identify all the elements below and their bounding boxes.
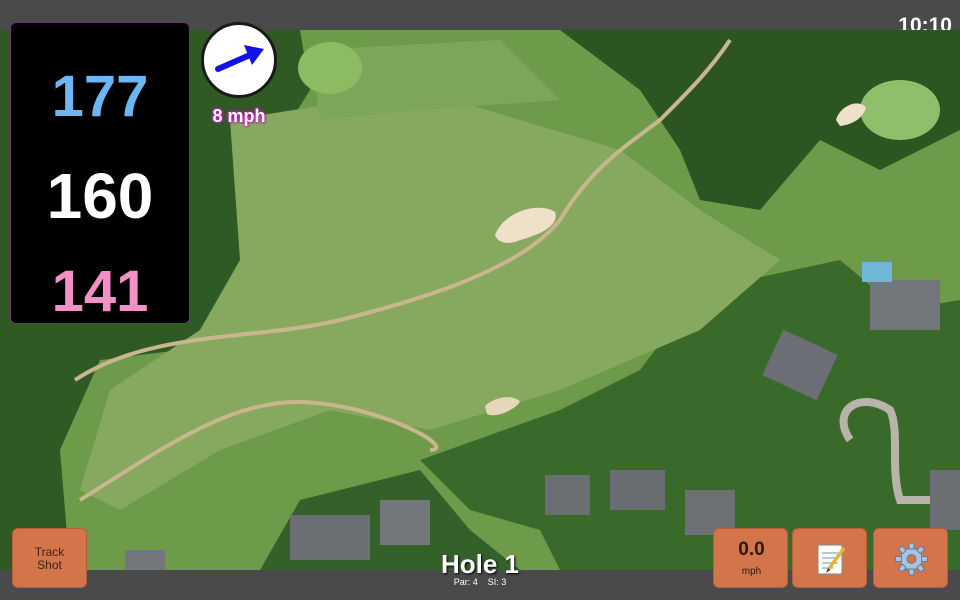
speed-button[interactable]: 0.0 mph	[713, 528, 788, 588]
notepad-icon	[817, 544, 846, 575]
hole-info: Par: 4 SI: 3	[380, 577, 580, 587]
track-shot-button[interactable]: Track Shot	[12, 528, 87, 588]
wind-direction-indicator	[201, 22, 277, 98]
arrow-right-icon	[215, 45, 264, 72]
notes-button[interactable]	[792, 528, 867, 588]
hole-title: Hole 1	[440, 549, 520, 579]
speed-value: 0.0	[738, 539, 765, 560]
settings-button[interactable]	[873, 528, 948, 588]
track-shot-label-line2: Shot	[37, 558, 62, 572]
center-distance: 160	[46, 160, 154, 232]
speed-unit: mph	[741, 566, 762, 577]
distance-panel: 177 160 141	[10, 22, 190, 324]
front-distance: 141	[51, 259, 149, 324]
wind-speed: 8 mph	[212, 106, 266, 126]
hole-par: Par: 4	[453, 577, 478, 587]
gear-icon	[895, 542, 928, 576]
hole-stroke-index: SI: 3	[487, 577, 507, 587]
back-distance: 177	[51, 64, 149, 129]
